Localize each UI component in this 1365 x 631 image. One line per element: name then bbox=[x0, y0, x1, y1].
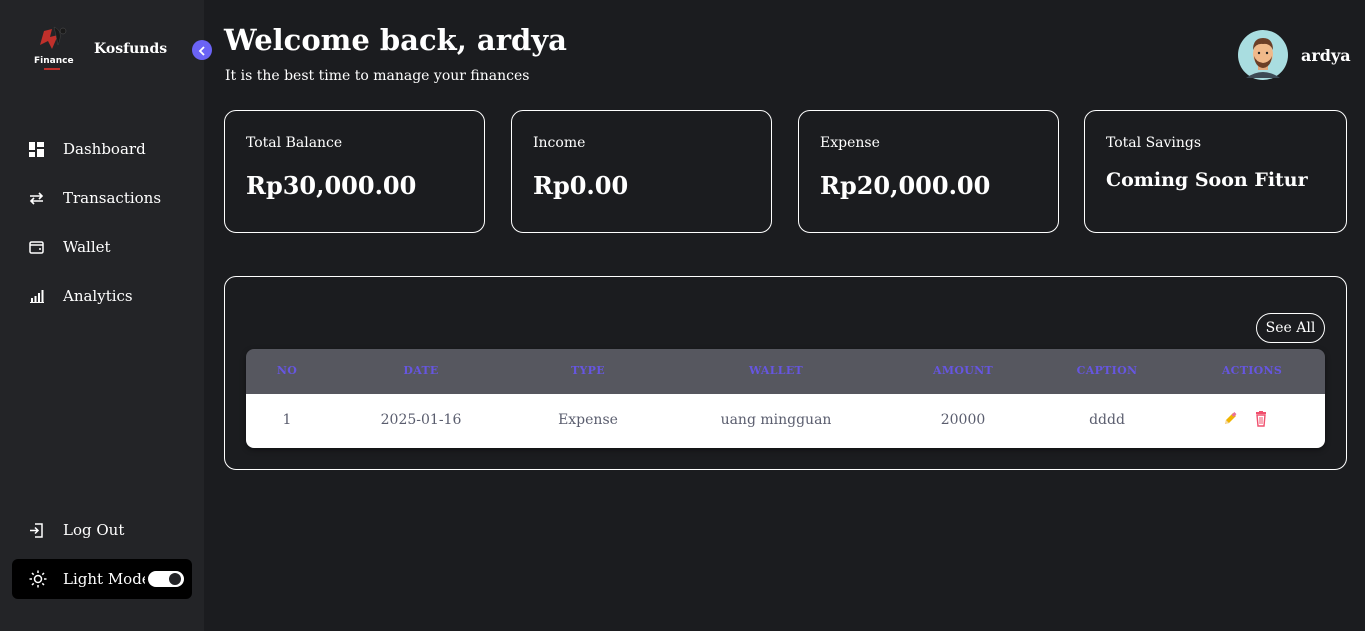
cell-type: Expense bbox=[558, 412, 618, 428]
card-expense: Expense Rp20,000.00 bbox=[798, 110, 1059, 233]
sidebar: Finance Kosfunds Dashboard Transactions … bbox=[0, 0, 204, 631]
nav-transactions[interactable]: Transactions bbox=[28, 189, 161, 207]
see-all-button[interactable]: See All bbox=[1256, 313, 1325, 343]
nav-analytics[interactable]: Analytics bbox=[28, 287, 133, 305]
brand-logo: Finance bbox=[30, 25, 74, 73]
toggle-knob bbox=[169, 573, 181, 585]
svg-text:Finance: Finance bbox=[34, 56, 74, 66]
cell-date: 2025-01-16 bbox=[380, 412, 462, 428]
col-no: NO bbox=[276, 364, 298, 377]
theme-switcher: Light Mode bbox=[12, 559, 192, 599]
cell-wallet: uang mingguan bbox=[720, 412, 832, 428]
cell-no: 1 bbox=[282, 412, 292, 428]
page-subtitle: It is the best time to manage your finan… bbox=[225, 68, 530, 84]
col-type: TYPE bbox=[571, 364, 605, 377]
col-amount: AMOUNT bbox=[933, 364, 993, 377]
card-title: Total Savings bbox=[1106, 135, 1202, 151]
avatar[interactable] bbox=[1238, 30, 1288, 80]
transfer-icon bbox=[28, 190, 45, 207]
logout-icon bbox=[28, 522, 45, 539]
user-name[interactable]: ardya bbox=[1301, 46, 1351, 65]
col-date: DATE bbox=[403, 364, 439, 377]
card-value: Rp0.00 bbox=[533, 171, 629, 200]
col-actions: ACTIONS bbox=[1221, 364, 1283, 377]
table-row: 1 2025-01-16 Expense uang mingguan 20000… bbox=[246, 394, 1325, 448]
card-value: Coming Soon Fitur bbox=[1106, 169, 1308, 191]
sun-icon bbox=[29, 570, 47, 588]
nav-dashboard[interactable]: Dashboard bbox=[28, 140, 146, 158]
card-value: Rp20,000.00 bbox=[820, 171, 991, 200]
nav-transactions-label: Transactions bbox=[63, 189, 162, 207]
cell-caption: dddd bbox=[1089, 412, 1125, 428]
trash-icon[interactable] bbox=[1254, 411, 1272, 429]
logout-button[interactable]: Log Out bbox=[28, 521, 124, 539]
nav-dashboard-label: Dashboard bbox=[63, 140, 146, 158]
nav-wallet[interactable]: Wallet bbox=[28, 238, 111, 256]
transactions-table: NO DATE TYPE WALLET AMOUNT CAPTION ACTIO… bbox=[246, 349, 1325, 448]
card-total-balance: Total Balance Rp30,000.00 bbox=[224, 110, 485, 233]
col-caption: CAPTION bbox=[1076, 364, 1138, 377]
brand-name: Kosfunds bbox=[94, 41, 168, 57]
nav-wallet-label: Wallet bbox=[63, 238, 111, 256]
bar-chart-icon bbox=[28, 288, 45, 305]
collapse-sidebar-button[interactable] bbox=[192, 40, 212, 60]
chevron-left-icon bbox=[198, 41, 206, 60]
theme-toggle[interactable] bbox=[148, 571, 184, 587]
dashboard-icon bbox=[28, 141, 45, 158]
wallet-icon bbox=[28, 239, 45, 256]
card-value: Rp30,000.00 bbox=[246, 171, 417, 200]
recent-transactions-panel: See All NO DATE TYPE WALLET AMOUNT CAPTI… bbox=[224, 276, 1347, 470]
theme-label: Light Mode bbox=[63, 570, 145, 588]
card-title: Expense bbox=[820, 135, 880, 151]
card-total-savings: Total Savings Coming Soon Fitur bbox=[1084, 110, 1347, 233]
cell-amount: 20000 bbox=[940, 412, 986, 428]
page-title: Welcome back, ardya bbox=[224, 23, 567, 57]
edit-icon[interactable] bbox=[1222, 411, 1240, 429]
card-income: Income Rp0.00 bbox=[511, 110, 772, 233]
logout-label: Log Out bbox=[63, 521, 125, 539]
col-wallet: WALLET bbox=[748, 364, 804, 377]
card-title: Total Balance bbox=[246, 135, 343, 151]
nav-analytics-label: Analytics bbox=[63, 287, 133, 305]
card-title: Income bbox=[533, 135, 586, 151]
table-header: NO DATE TYPE WALLET AMOUNT CAPTION ACTIO… bbox=[246, 349, 1325, 394]
